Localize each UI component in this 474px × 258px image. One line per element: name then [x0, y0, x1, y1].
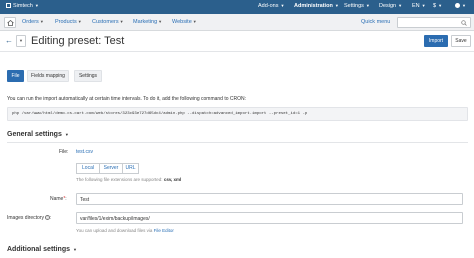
caret-down-icon: ▼ [64, 132, 69, 137]
name-label: Name*: [50, 196, 67, 202]
images-directory-label-text: Images directory [7, 215, 44, 221]
file-hint-text: The following file extensions are suppor… [76, 177, 163, 182]
chevron-down-icon: ▼ [280, 3, 285, 8]
addons-menu[interactable]: Add-ons ▼ [258, 3, 284, 9]
chevron-down-icon: ▼ [19, 38, 23, 43]
currency-selector[interactable]: $ ▼ [433, 3, 442, 9]
tab-file[interactable]: File [7, 70, 24, 82]
cron-note: You can run the import automatically at … [7, 96, 247, 102]
home-button[interactable] [4, 17, 16, 28]
chevron-down-icon: ▼ [365, 3, 370, 8]
import-button[interactable]: Import [424, 35, 448, 47]
tab-fields-mapping[interactable]: Fields mapping [27, 70, 69, 82]
caret-down-icon: ▼ [73, 247, 77, 252]
source-server-button[interactable]: Server [99, 163, 123, 174]
settings-menu[interactable]: Settings ▼ [344, 3, 370, 9]
chevron-down-icon: ▼ [77, 19, 82, 24]
chevron-down-icon: ▼ [334, 3, 339, 8]
language-label: EN [412, 3, 420, 9]
home-icon [7, 20, 14, 26]
nav-website-label: Website [172, 19, 192, 25]
nav-customers-label: Customers [92, 19, 119, 25]
nav-orders-label: Orders [22, 19, 39, 25]
nav-website[interactable]: Website▼ [172, 19, 197, 25]
chevron-down-icon: ▼ [192, 19, 197, 24]
source-url-button[interactable]: URL [122, 163, 139, 174]
design-label: Design [379, 3, 397, 9]
currency-label: $ [433, 3, 437, 9]
nav-marketing[interactable]: Marketing▼ [133, 19, 162, 25]
store-name: Simtech [13, 3, 33, 9]
tab-settings[interactable]: Settings [74, 70, 102, 82]
nav-customers[interactable]: Customers▼ [92, 19, 124, 25]
required-mark: * [63, 196, 66, 202]
file-editor-link[interactable]: File Editor [154, 228, 174, 233]
title-bar: ← ▼ Editing preset: Test [0, 31, 474, 52]
quick-menu-link[interactable]: Quick menu [361, 19, 390, 25]
name-field-value: Test [80, 197, 90, 203]
chevron-down-icon: ▼ [158, 19, 163, 24]
user-menu[interactable]: ▼ [455, 3, 466, 9]
administration-menu[interactable]: Administration ▼ [294, 3, 339, 9]
save-button[interactable]: Save [451, 35, 471, 47]
general-settings-toggle[interactable]: General settings ▼ [7, 131, 69, 138]
info-icon[interactable]: ? [44, 215, 50, 221]
nav-marketing-label: Marketing [133, 19, 158, 25]
store-switcher[interactable]: Simtech ▼ [6, 3, 39, 9]
settings-label: Settings [344, 3, 364, 9]
back-arrow-icon[interactable]: ← [4, 35, 14, 47]
file-label: File: [59, 149, 69, 155]
page-title: Editing preset: Test [31, 35, 125, 47]
nav-products[interactable]: Products▼ [55, 19, 82, 25]
nav-orders[interactable]: Orders▼ [22, 19, 44, 25]
images-directory-hint: You can upload and download files via Fi… [76, 228, 174, 233]
file-extensions-hint: The following file extensions are suppor… [76, 177, 181, 182]
chevron-down-icon: ▼ [438, 3, 443, 8]
images-directory-label: Images directory?: [7, 215, 52, 221]
chevron-down-icon: ▼ [462, 3, 466, 8]
administration-label: Administration [294, 3, 333, 9]
store-icon [6, 3, 11, 9]
source-local-button[interactable]: Local [76, 163, 100, 174]
additional-settings-toggle[interactable]: Additional settings ▼ [7, 246, 77, 253]
chevron-down-icon: ▼ [421, 3, 426, 8]
chevron-down-icon: ▼ [119, 19, 124, 24]
search-icon [461, 20, 467, 26]
design-menu[interactable]: Design ▼ [379, 3, 402, 9]
search-input[interactable] [397, 17, 471, 28]
images-hint-text: You can upload and download files via [76, 228, 153, 233]
name-label-text: Name [50, 196, 64, 202]
name-field[interactable]: Test [76, 193, 463, 205]
chevron-down-icon: ▼ [34, 3, 39, 8]
user-icon [455, 3, 460, 9]
divider [7, 142, 468, 143]
nav-products-label: Products [55, 19, 77, 25]
file-hint-extensions: csv, xml [163, 177, 182, 182]
cron-command: php /var/www/html/demo.cs-cart.com/web/s… [12, 112, 308, 116]
main-nav: Orders▼ Products▼ Customers▼ Marketing▼ … [0, 14, 474, 31]
general-settings-heading: General settings [7, 131, 62, 138]
chevron-down-icon: ▼ [39, 19, 44, 24]
language-selector[interactable]: EN ▼ [412, 3, 426, 9]
images-directory-value: var/files/1/exim/backup/images/ [80, 216, 150, 222]
tools-dropdown-button[interactable]: ▼ [16, 35, 26, 47]
additional-settings-heading: Additional settings [7, 246, 70, 253]
addons-label: Add-ons [258, 3, 279, 9]
top-bar: Simtech ▼ Add-ons ▼ Administration ▼ Settin… [0, 0, 474, 14]
cron-command-box[interactable]: php /var/www/html/demo.cs-cart.com/web/s… [7, 107, 468, 121]
images-directory-field[interactable]: var/files/1/exim/backup/images/ [76, 212, 463, 224]
chevron-down-icon: ▼ [398, 3, 403, 8]
file-name-link[interactable]: test.csv [76, 149, 93, 155]
